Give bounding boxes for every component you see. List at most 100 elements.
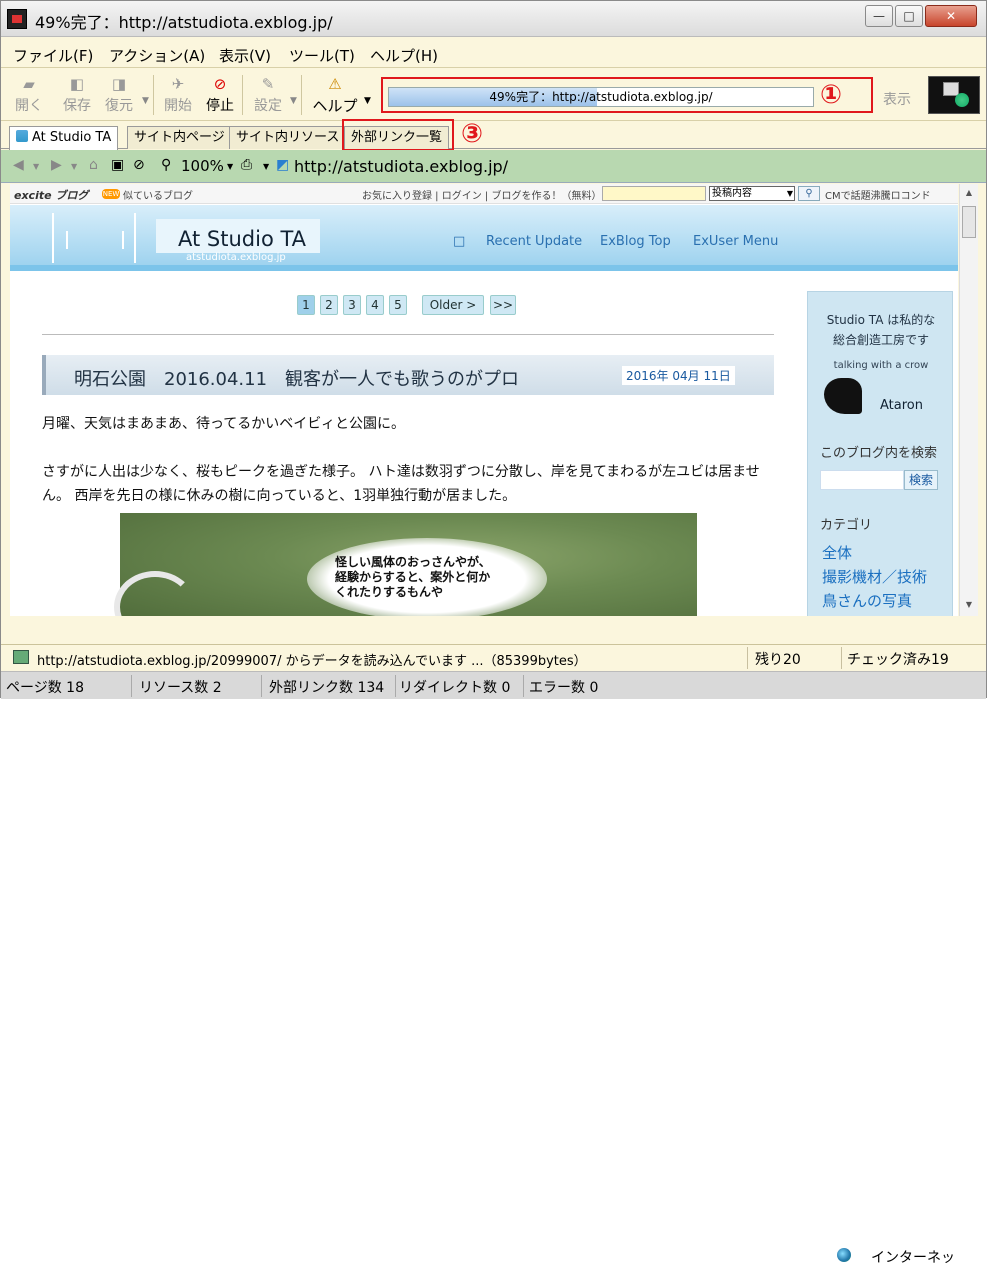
menu-view[interactable]: 表示(V) [219, 45, 271, 66]
forward-icon[interactable]: ▶ [51, 157, 62, 173]
stop-label: 停止 [206, 98, 234, 114]
settings-dropdown-icon[interactable]: ▼ [290, 96, 297, 106]
menu-action[interactable]: アクション(A) [109, 45, 205, 66]
home-icon[interactable]: ⌂ [89, 157, 98, 173]
blog-title[interactable]: At Studio TA [178, 227, 306, 251]
app-icon [7, 9, 27, 29]
post-photo: 怪しい風体のおっさんやが、 経験からすると、案外と何か くれたりするもんや [114, 513, 697, 616]
excite-search-select[interactable]: 投稿内容 [709, 186, 795, 201]
menu-file[interactable]: ファイル(F) [13, 45, 93, 66]
nav-recent-update[interactable]: Recent Update [486, 234, 582, 249]
app-logo [928, 76, 980, 114]
tab-site-pages[interactable]: サイト内ページ [127, 126, 232, 149]
page-count: ページ数 18 [6, 680, 84, 696]
author-name: Ataron [880, 398, 923, 413]
app-window: 49%完了：http://atstudiota.exblog.jp/ — □ ✕… [0, 0, 987, 1266]
tab-label: At Studio TA [32, 130, 112, 145]
pager-older[interactable]: Older > [422, 295, 484, 315]
address-text[interactable]: http://atstudiota.exblog.jp/ [294, 157, 508, 176]
similar-blogs-link[interactable]: 似ているブログ [123, 187, 193, 202]
restore-button[interactable]: ◨ 復元 [97, 73, 141, 117]
document-icon[interactable]: ▣ [111, 157, 124, 173]
start-button[interactable]: ✈ 開始 [156, 73, 200, 117]
nav-exblog-top[interactable]: ExBlog Top [600, 234, 671, 249]
error-count: エラー数 0 [529, 680, 599, 696]
favorite-links[interactable]: お気に入り登録 | ログイン | ブログを作る！（無料） [362, 187, 601, 202]
resource-count: リソース数 2 [139, 680, 222, 696]
help-dropdown-icon[interactable]: ▼ [364, 96, 371, 106]
zoom-level[interactable]: 100% [181, 157, 224, 175]
forward-dropdown-icon[interactable]: ▼ [71, 162, 77, 171]
start-icon: ✈ [171, 75, 185, 93]
back-icon[interactable]: ◀ [13, 157, 24, 173]
start-label: 開始 [164, 98, 192, 114]
help-button[interactable]: ⚠ ヘルプ [307, 73, 363, 117]
minimize-button[interactable]: — [865, 5, 893, 27]
external-link-count: 外部リンク数 134 [269, 680, 385, 696]
status-divider [841, 647, 842, 669]
stop-nav-icon[interactable]: ⊘ [133, 157, 145, 173]
save-button[interactable]: ◧ 保存 [55, 73, 99, 117]
menu-bar: ファイル(F) アクション(A) 表示(V) ツール(T) ヘルプ(H) [1, 38, 986, 68]
scroll-down-icon[interactable]: ▼ [962, 598, 976, 612]
pager-3[interactable]: 3 [343, 295, 361, 315]
settings-button[interactable]: ✎ 設定 [246, 73, 290, 117]
status-divider [261, 675, 262, 697]
scroll-up-icon[interactable]: ▲ [962, 186, 976, 200]
new-badge: NEW [102, 189, 120, 199]
page-icon [16, 130, 28, 142]
scroll-thumb[interactable] [962, 206, 976, 238]
settings-label: 設定 [254, 98, 282, 114]
vertical-scrollbar[interactable]: ▲ ▼ [959, 184, 978, 616]
excite-search-icon[interactable]: ⚲ [798, 186, 820, 201]
progress-bar: 49%完了：http://atstudiota.exblog.jp/ [388, 87, 814, 107]
excite-search-input[interactable] [602, 186, 706, 201]
print-icon[interactable]: ⎙ [241, 157, 252, 173]
pager-5[interactable]: 5 [389, 295, 407, 315]
help-label: ヘルプ [312, 97, 358, 115]
nav-exuser-menu[interactable]: ExUser Menu [693, 234, 778, 249]
post-title[interactable]: 明石公園 2016.04.11 観客が一人でも歌うのがプロ [74, 365, 519, 391]
zoom-dropdown-icon[interactable]: ▼ [227, 162, 233, 171]
navigation-bar: ◀ ▼ ▶ ▼ ⌂ ▣ ⊘ ⚲ 100% ▼ ⎙ ▼ ◩ http://atst… [1, 150, 986, 183]
excite-logo[interactable]: excite ブログ [14, 187, 88, 203]
category-link[interactable]: 全体 [822, 542, 852, 563]
stop-button[interactable]: ⊘ 停止 [198, 73, 242, 117]
show-button[interactable]: 表示 [883, 89, 911, 109]
pager-1[interactable]: 1 [297, 295, 315, 315]
pager-2[interactable]: 2 [320, 295, 338, 315]
nav-square-link[interactable]: □ [453, 234, 465, 249]
maximize-button[interactable]: □ [895, 5, 923, 27]
zoom-icon[interactable]: ⚲ [161, 157, 171, 173]
annotation-number-1: ① [820, 80, 843, 110]
open-button[interactable]: ▰ 開く [7, 73, 51, 117]
save-label: 保存 [63, 98, 91, 114]
blog-search-button[interactable]: 検索 [904, 470, 938, 490]
print-dropdown-icon[interactable]: ▼ [263, 162, 269, 171]
restore-icon: ◨ [111, 75, 127, 93]
blog-search-input[interactable] [820, 470, 904, 490]
menu-help[interactable]: ヘルプ(H) [370, 45, 438, 66]
progress-highlight: 49%完了：http://atstudiota.exblog.jp/ ① [381, 77, 873, 113]
back-dropdown-icon[interactable]: ▼ [33, 162, 39, 171]
post-paragraph: さすがに人出は少なく、桜もピークを過ぎた様子。 ハト達は数羽ずつに分散し、岸を見… [42, 464, 760, 504]
tab-site-resources[interactable]: サイト内リソース [229, 126, 347, 149]
summary-bar: ページ数 18 リソース数 2 外部リンク数 134 リダイレクト数 0 エラー… [1, 671, 986, 699]
menu-tools[interactable]: ツール(T) [289, 45, 355, 66]
page-icon: ◩ [276, 157, 290, 173]
pager-last[interactable]: >> [490, 295, 516, 315]
globe-icon [837, 1248, 851, 1262]
toolbar-separator [242, 75, 243, 115]
pager-4[interactable]: 4 [366, 295, 384, 315]
category-link[interactable]: 撮影機材／技術 [822, 566, 927, 587]
category-link[interactable]: 鳥さんの写真 [822, 590, 912, 611]
page-content: excite ブログ NEW 似ているブログ お気に入り登録 | ログイン | … [10, 184, 958, 616]
tab-at-studio-ta[interactable]: At Studio TA [9, 126, 119, 150]
post-paragraph: 月曜、天気はまあまあ、待ってるかいベイビィと公園に。 [42, 416, 406, 432]
excite-bar: excite ブログ NEW 似ているブログ お気に入り登録 | ログイン | … [10, 184, 958, 217]
restore-dropdown-icon[interactable]: ▼ [142, 96, 149, 106]
close-button[interactable]: ✕ [925, 5, 977, 27]
photo-caption-line: くれたりするもんや [335, 585, 444, 599]
redirect-count: リダイレクト数 0 [399, 680, 511, 696]
open-label: 開く [15, 98, 43, 114]
